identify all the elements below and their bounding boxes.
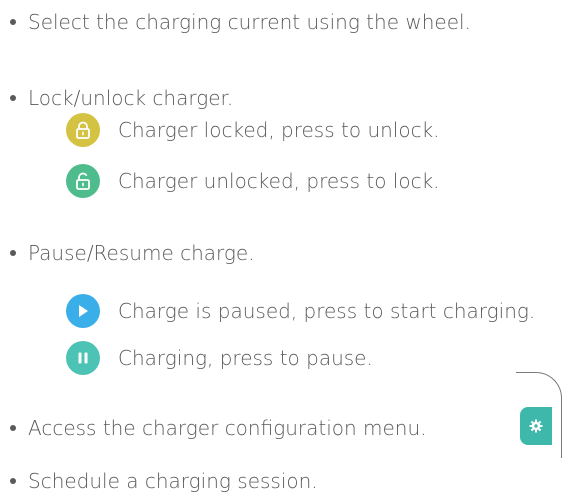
paused-text: Charge is paused, press to start chargin… bbox=[118, 299, 536, 323]
pause-button[interactable] bbox=[66, 341, 100, 375]
bullet-schedule: Schedule a charging session. bbox=[10, 469, 318, 493]
pause-icon bbox=[78, 352, 88, 364]
lock-unlock-text: Lock/unlock charger. bbox=[28, 86, 234, 110]
unlocked-row: Charger unlocked, press to lock. bbox=[66, 163, 440, 199]
bullet-dot bbox=[10, 94, 16, 101]
lock-icon bbox=[76, 121, 90, 139]
charging-text: Charging, press to pause. bbox=[118, 346, 373, 370]
bullet-lock-unlock: Lock/unlock charger. bbox=[10, 86, 233, 110]
select-current-text: Select the charging current using the wh… bbox=[28, 10, 471, 34]
unlock-button[interactable] bbox=[66, 164, 100, 198]
pause-resume-text: Pause/Resume charge. bbox=[28, 241, 255, 265]
bullet-pause-resume: Pause/Resume charge. bbox=[10, 241, 255, 265]
bullet-dot bbox=[10, 18, 16, 25]
schedule-text: Schedule a charging session. bbox=[28, 469, 318, 493]
gear-icon bbox=[529, 419, 543, 433]
locked-row: Charger locked, press to unlock. bbox=[66, 112, 440, 148]
config-menu-text: Access the charger configuration menu. bbox=[28, 416, 427, 440]
lock-button[interactable] bbox=[66, 113, 100, 147]
play-icon bbox=[79, 305, 88, 317]
config-menu-button[interactable] bbox=[520, 407, 552, 445]
locked-text: Charger locked, press to unlock. bbox=[118, 118, 440, 142]
bullet-select-current: Select the charging current using the wh… bbox=[10, 10, 471, 34]
play-button[interactable] bbox=[66, 294, 100, 328]
charging-row: Charging, press to pause. bbox=[66, 340, 373, 376]
unlocked-text: Charger unlocked, press to lock. bbox=[118, 169, 440, 193]
bullet-dot bbox=[10, 249, 16, 256]
paused-row: Charge is paused, press to start chargin… bbox=[66, 293, 535, 329]
bullet-dot bbox=[10, 477, 16, 484]
bullet-config-menu: Access the charger configuration menu. bbox=[10, 416, 427, 440]
bullet-dot bbox=[10, 424, 16, 431]
unlock-icon bbox=[76, 172, 90, 190]
